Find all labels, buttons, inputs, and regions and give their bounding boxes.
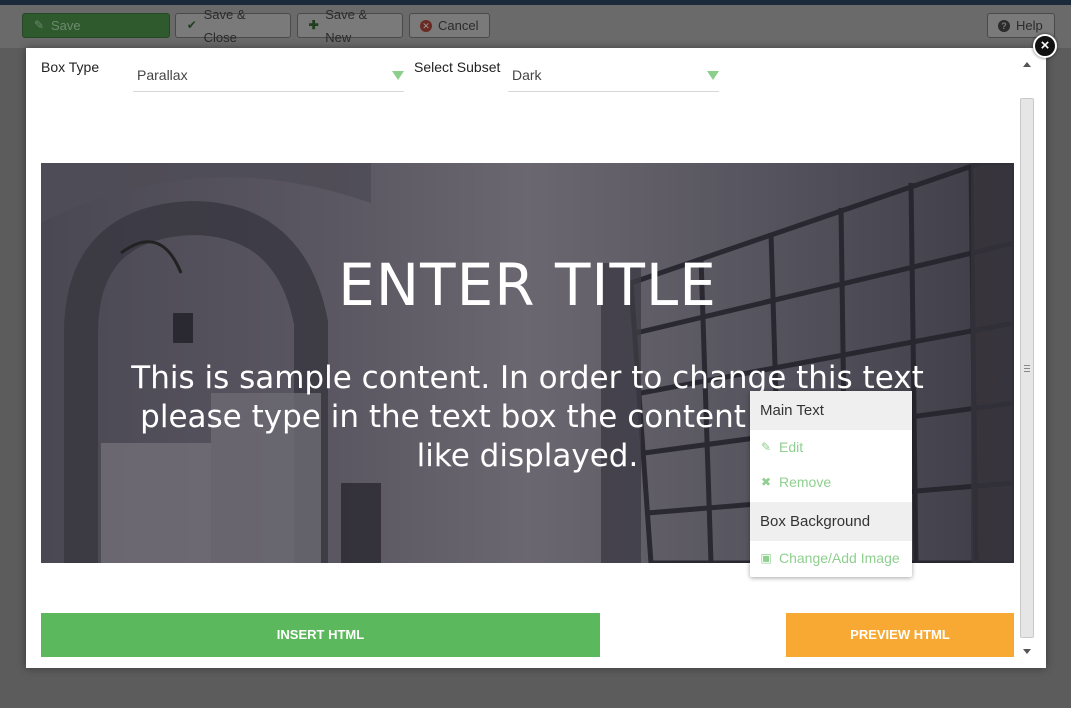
context-menu: Main Text ✎ Edit ✖ Remove Box Background… xyxy=(750,391,912,577)
save-new-label: Save & New xyxy=(325,6,368,45)
grip-icon xyxy=(1024,365,1030,372)
scrollbar-thumb[interactable] xyxy=(1020,98,1034,638)
box-type-select[interactable]: Parallax xyxy=(133,60,404,92)
insert-html-button[interactable]: INSERT HTML xyxy=(41,613,600,657)
chevron-down-icon xyxy=(707,71,719,80)
subset-value: Dark xyxy=(512,67,542,83)
pencil-icon: ✎ xyxy=(760,440,772,454)
edit-label: Edit xyxy=(779,439,804,455)
change-image-label: Change/Add Image xyxy=(779,550,900,566)
context-menu-edit[interactable]: ✎ Edit xyxy=(750,430,912,465)
modal-scrollbar[interactable] xyxy=(1020,58,1034,658)
save-close-label: Save & Close xyxy=(203,6,246,45)
save-button[interactable]: ✎ Save xyxy=(22,13,170,38)
context-menu-change-image[interactable]: ▣ Change/Add Image xyxy=(750,541,912,576)
save-button-label: Save xyxy=(51,18,81,33)
help-label: Help xyxy=(1016,18,1043,33)
context-menu-remove[interactable]: ✖ Remove xyxy=(750,465,912,500)
cancel-icon: ✕ xyxy=(420,19,432,32)
box-type-value: Parallax xyxy=(137,67,188,83)
help-icon: ? xyxy=(998,19,1010,32)
remove-label: Remove xyxy=(779,474,832,490)
preview-html-button[interactable]: PREVIEW HTML xyxy=(786,613,1014,657)
scroll-down-icon[interactable] xyxy=(1023,649,1031,654)
hero-title[interactable]: ENTER TITLE xyxy=(41,251,1014,319)
subset-select[interactable]: Dark xyxy=(508,60,719,92)
plus-icon: ✚ xyxy=(308,18,319,32)
save-close-button[interactable]: ✔ Save & Close xyxy=(175,7,291,45)
edit-icon: ✎ xyxy=(33,18,45,32)
image-icon: ▣ xyxy=(760,551,772,565)
subset-label: Select Subset xyxy=(414,59,501,75)
cancel-button[interactable]: ✕ Cancel xyxy=(409,13,490,38)
save-new-button[interactable]: ✚ Save & New xyxy=(297,7,403,45)
context-menu-header-main-text: Main Text xyxy=(750,391,912,430)
check-icon: ✔ xyxy=(186,18,197,32)
scroll-up-icon[interactable] xyxy=(1023,62,1031,67)
remove-icon: ✖ xyxy=(760,475,772,489)
cancel-label: Cancel xyxy=(438,18,479,33)
chevron-down-icon xyxy=(392,71,404,80)
box-type-label: Box Type xyxy=(41,59,100,75)
background-toolbar: ✎ Save ✔ Save & Close ✚ Save & New ✕ Can… xyxy=(0,5,1071,48)
close-modal-button[interactable]: × xyxy=(1033,34,1057,58)
context-menu-header-box-background: Box Background xyxy=(750,502,912,541)
